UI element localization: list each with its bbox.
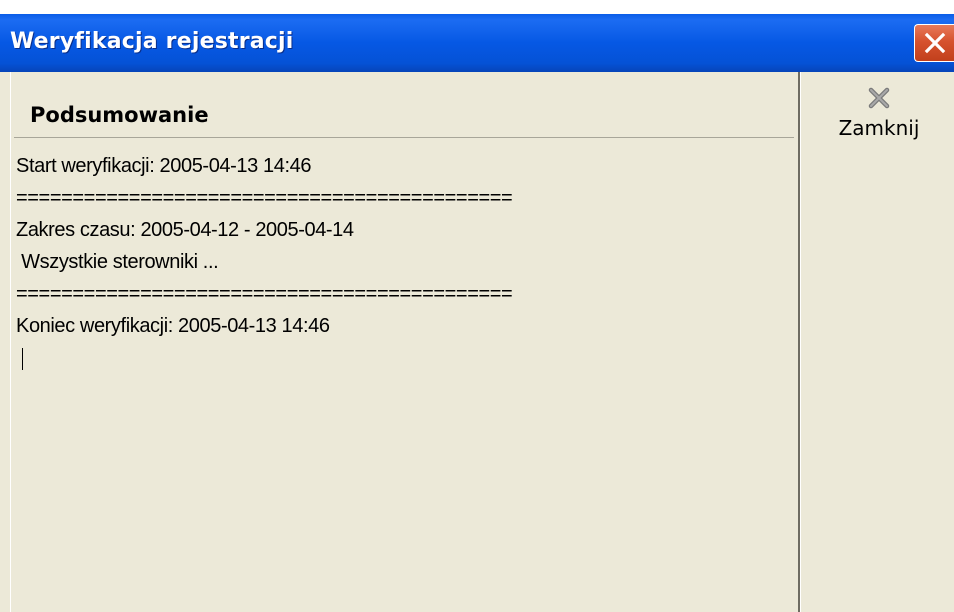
close-dialog-label: Zamknij [838,116,920,140]
text-caret [22,347,23,370]
log-line: Start weryfikacji: 2005-04-13 14:46 [16,155,312,177]
desktop-strip [0,0,954,14]
log-line: ========================================… [16,283,513,305]
summary-heading: Podsumowanie [30,103,209,127]
log-line: Zakres czasu: 2005-04-12 - 2005-04-14 [16,219,354,241]
log-line: Koniec weryfikacji: 2005-04-13 14:46 [16,315,330,337]
log-line: Wszystkie sterowniki ... [16,251,219,273]
text-caret-line [16,342,786,374]
close-icon [924,32,946,54]
x-icon [868,87,890,109]
window-title: Weryfikacja rejestracji [10,29,294,54]
close-dialog-button[interactable]: Zamknij [829,86,929,166]
window-close-button[interactable] [914,24,954,62]
verification-log[interactable]: Start weryfikacji: 2005-04-13 14:46 ====… [16,150,786,605]
heading-divider [14,137,794,138]
title-bar[interactable]: Weryfikacja rejestracji [0,14,954,72]
dialog-window: Weryfikacja rejestracji Podsumowanie Sta… [0,0,954,612]
action-panel: Zamknij [801,72,954,612]
log-line: ========================================… [16,187,513,209]
